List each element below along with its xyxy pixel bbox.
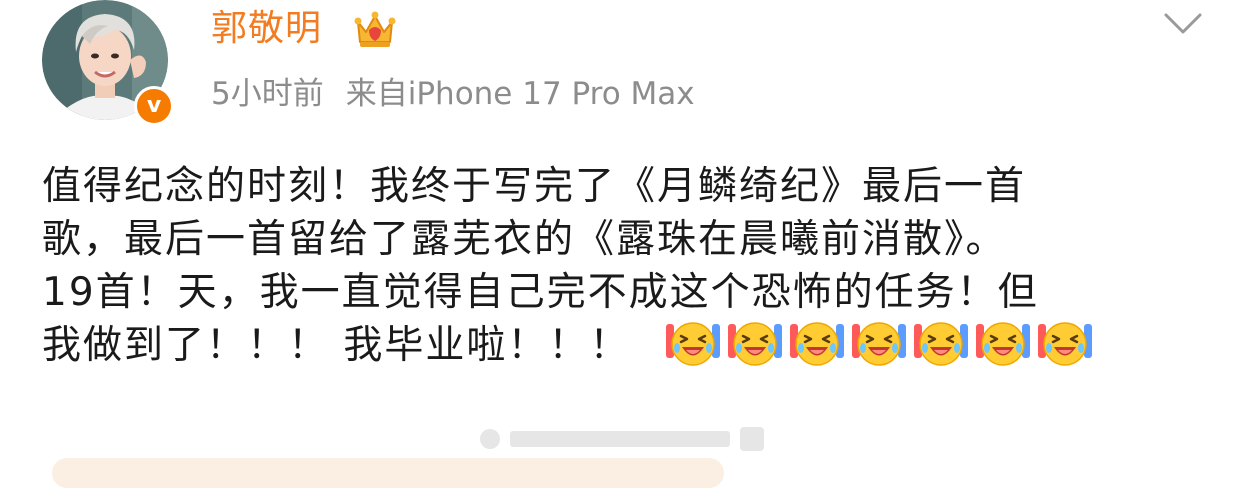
watermark-logo — [480, 427, 764, 451]
post-content: 值得纪念的时刻！我终于写完了《月鳞绮纪》最后一首 歌，最后一首留给了露芜衣的《露… — [42, 160, 1212, 374]
post-text-line: 我做到了！！！ 我毕业啦！！！ — [42, 323, 631, 368]
chevron-down-icon[interactable] — [1163, 10, 1203, 38]
post-source[interactable]: 来自iPhone 17 Pro Max — [346, 76, 695, 112]
verified-badge-icon: v — [134, 86, 174, 126]
crown-icon — [354, 11, 396, 47]
laughing-crying-emoji — [975, 322, 1030, 366]
username[interactable]: 郭敬明 — [211, 7, 322, 51]
weibo-post: v 郭敬明 5小时前 来自iPhone 17 Pro Max 值得纪念的时刻！我终… — [0, 0, 1242, 488]
laughing-crying-emoji — [789, 322, 844, 366]
post-text-line: 歌，最后一首留给了露芜衣的《露珠在晨曦前消散》。 — [42, 217, 1007, 262]
post-time: 5小时前 — [211, 76, 324, 112]
laughing-crying-emoji — [727, 322, 782, 366]
laughing-crying-emoji — [913, 322, 968, 366]
laughing-crying-emoji — [1037, 322, 1092, 366]
verified-badge-letter: v — [146, 93, 162, 118]
post-text-line: 值得纪念的时刻！我终于写完了《月鳞绮纪》最后一首 — [42, 164, 1027, 209]
post-text-line-last: 我做到了！！！ 我毕业啦！！！ — [42, 319, 1212, 374]
post-meta: 5小时前 来自iPhone 17 Pro Max — [211, 74, 695, 114]
emoji-row — [663, 315, 1097, 369]
next-card-preview — [52, 458, 724, 488]
post-text-line: 19首！天，我一直觉得自己完不成这个恐怖的任务！但 — [42, 270, 1039, 315]
laughing-crying-emoji — [665, 322, 720, 366]
laughing-crying-emoji — [851, 322, 906, 366]
